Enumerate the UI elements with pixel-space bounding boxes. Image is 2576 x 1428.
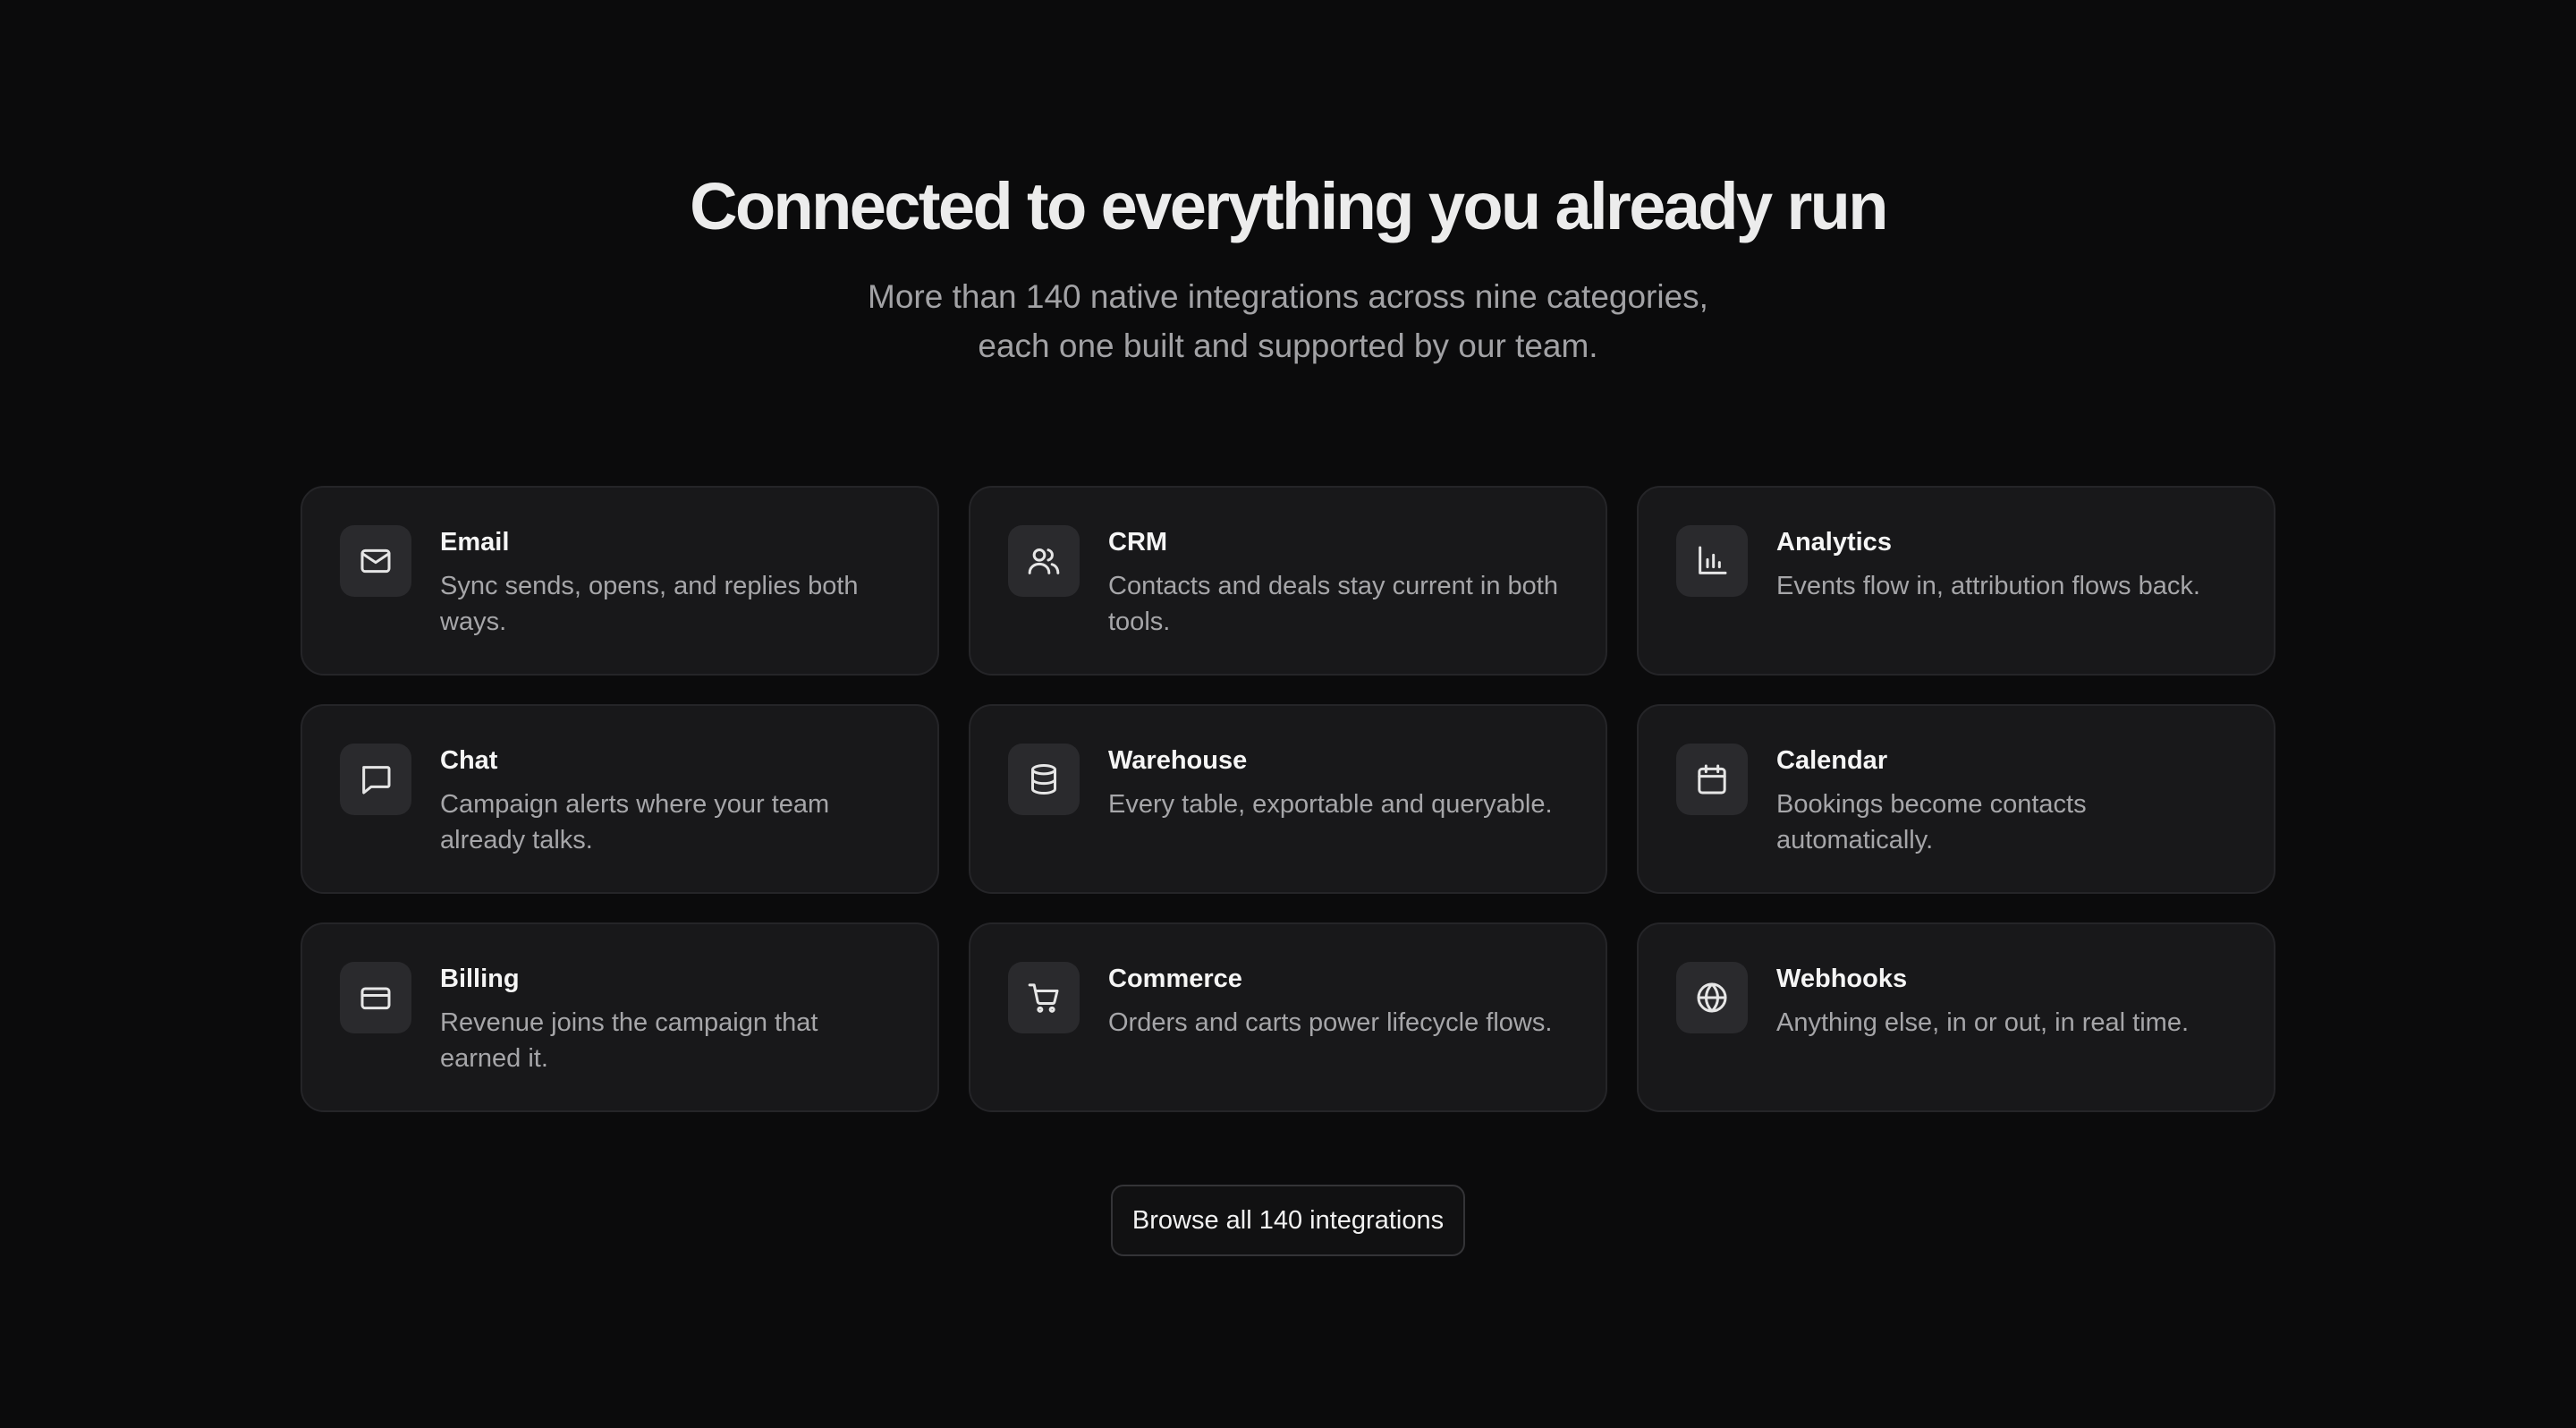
bar-chart-icon xyxy=(1676,525,1748,597)
card-description: Bookings become contacts automatically. xyxy=(1776,790,2087,854)
shopping-cart-icon xyxy=(1008,962,1080,1033)
card-title: Calendar xyxy=(1776,746,1888,775)
calendar-icon xyxy=(1676,744,1748,815)
card-description: Contacts and deals stay current in both … xyxy=(1108,572,1558,636)
mail-icon xyxy=(340,525,411,597)
card-description: Every table, exportable and queryable. xyxy=(1108,790,1553,819)
page-subtitle: More than 140 native integrations across… xyxy=(868,278,1708,364)
card-title: Email xyxy=(440,528,510,557)
chat-bubble-icon xyxy=(340,744,411,815)
integration-card-crm[interactable]: CRM Contacts and deals stay current in b… xyxy=(969,486,1607,676)
card-description: Events flow in, attribution flows back. xyxy=(1776,572,2200,600)
integration-card-webhooks[interactable]: Webhooks Anything else, in or out, in re… xyxy=(1637,922,2275,1112)
card-title: Warehouse xyxy=(1108,746,1248,775)
card-title: Chat xyxy=(440,746,498,775)
card-description: Sync sends, opens, and replies both ways… xyxy=(440,572,859,636)
card-description: Campaign alerts where your team already … xyxy=(440,790,830,854)
integration-card-email[interactable]: Email Sync sends, opens, and replies bot… xyxy=(301,486,939,676)
integration-card-warehouse[interactable]: Warehouse Every table, exportable and qu… xyxy=(969,704,1607,894)
card-description: Anything else, in or out, in real time. xyxy=(1776,1008,2190,1037)
card-title: Analytics xyxy=(1776,528,1892,557)
page-title: Connected to everything you already run xyxy=(690,169,1888,243)
card-title: Billing xyxy=(440,965,520,993)
integration-card-analytics[interactable]: Analytics Events flow in, attribution fl… xyxy=(1637,486,2275,676)
card-title: Webhooks xyxy=(1776,965,1908,993)
integration-card-commerce[interactable]: Commerce Orders and carts power lifecycl… xyxy=(969,922,1607,1112)
globe-icon xyxy=(1676,962,1748,1033)
cta-container: Browse all 140 integrations xyxy=(0,1185,2576,1256)
card-title: Commerce xyxy=(1108,965,1242,993)
integration-card-chat[interactable]: Chat Campaign alerts where your team alr… xyxy=(301,704,939,894)
card-title: CRM xyxy=(1108,528,1168,557)
credit-card-icon xyxy=(340,962,411,1033)
users-icon xyxy=(1008,525,1080,597)
integrations-grid: Email Sync sends, opens, and replies bot… xyxy=(301,486,2275,1112)
section-header: Connected to everything you already run … xyxy=(0,159,2576,370)
database-icon xyxy=(1008,744,1080,815)
card-description: Revenue joins the campaign that earned i… xyxy=(440,1008,818,1073)
browse-integrations-button[interactable]: Browse all 140 integrations xyxy=(1110,1185,1466,1256)
integrations-section: Connected to everything you already run … xyxy=(0,0,2576,1428)
integration-card-calendar[interactable]: Calendar Bookings become contacts automa… xyxy=(1637,704,2275,894)
integration-card-billing[interactable]: Billing Revenue joins the campaign that … xyxy=(301,922,939,1112)
card-description: Orders and carts power lifecycle flows. xyxy=(1108,1008,1553,1037)
